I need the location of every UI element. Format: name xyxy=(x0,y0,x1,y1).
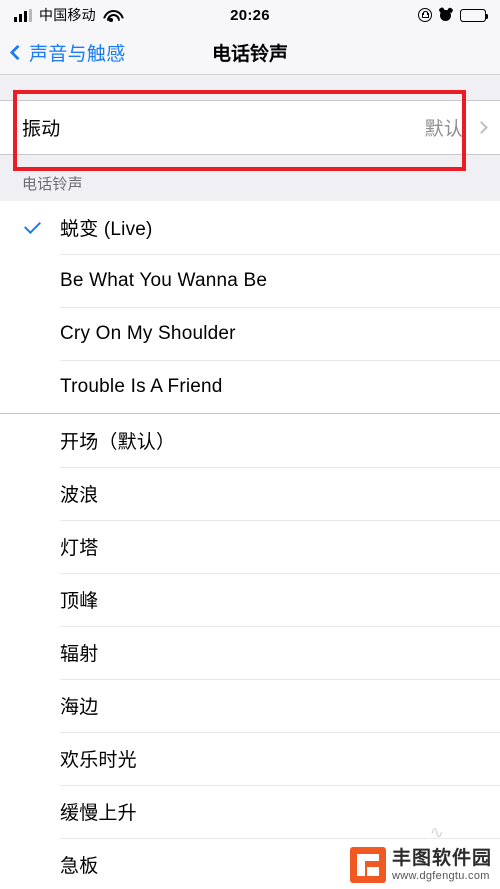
vibration-value: 默认 xyxy=(424,119,463,140)
custom-ringtone-list: 蜕变 (Live) Be What You Wanna Be Cry On My… xyxy=(0,201,500,413)
system-ringtone-list: 开场（默认） 波浪 灯塔 顶峰 辐射 海边 欢乐时光 缓慢上升 急板 xyxy=(0,414,500,889)
ringtone-row-2[interactable]: Cry On My Shoulder xyxy=(0,307,500,360)
ringtone-row-10[interactable]: 欢乐时光 xyxy=(0,732,500,785)
status-bar: 中国移动 20:26 xyxy=(0,0,500,30)
ringtone-row-3[interactable]: Trouble Is A Friend xyxy=(0,360,500,413)
ringtone-label-10: 欢乐时光 xyxy=(60,750,137,771)
vibration-group: 振动 默认 xyxy=(0,100,500,155)
ringtone-row-1[interactable]: Be What You Wanna Be xyxy=(0,254,500,307)
back-button[interactable]: 声音与触感 xyxy=(0,39,126,66)
checkmark-icon xyxy=(23,217,41,234)
ringtone-row-5[interactable]: 波浪 xyxy=(0,467,500,520)
checkmark-slot-0 xyxy=(0,217,60,234)
squiggle-decoration: ∿ xyxy=(429,823,444,842)
ringtone-label-2: Cry On My Shoulder xyxy=(60,322,236,344)
vibration-label: 振动 xyxy=(22,119,61,140)
ringtone-row-12[interactable]: 急板 xyxy=(0,838,500,889)
navigation-bar: 声音与触感 电话铃声 xyxy=(0,30,500,75)
ringtone-label-1: Be What You Wanna Be xyxy=(60,269,268,291)
ringtone-row-11[interactable]: 缓慢上升 xyxy=(0,785,500,838)
ringtone-label-5: 波浪 xyxy=(60,485,99,506)
ringtone-row-6[interactable]: 灯塔 xyxy=(0,520,500,573)
ringtone-label-9: 海边 xyxy=(60,697,99,718)
settings-content: 振动 默认 电话铃声 蜕变 (Live) Be What You Wanna B… xyxy=(0,75,500,889)
ringtone-label-8: 辐射 xyxy=(60,644,99,665)
ringtone-row-8[interactable]: 辐射 xyxy=(0,626,500,679)
ringtone-row-0[interactable]: 蜕变 (Live) xyxy=(0,201,500,254)
ringtone-label-12: 急板 xyxy=(60,856,99,877)
ringtone-label-11: 缓慢上升 xyxy=(60,803,137,824)
chevron-left-icon xyxy=(9,44,26,60)
status-bar-right xyxy=(418,7,489,22)
vibration-row[interactable]: 振动 默认 xyxy=(0,101,500,154)
ringtone-row-4[interactable]: 开场（默认） xyxy=(0,414,500,467)
back-button-label: 声音与触感 xyxy=(29,43,126,65)
ringtone-row-9[interactable]: 海边 xyxy=(0,679,500,732)
ringtone-label-7: 顶峰 xyxy=(60,591,99,612)
ringtone-label-0: 蜕变 (Live) xyxy=(60,219,153,240)
ringtone-label-3: Trouble Is A Friend xyxy=(60,375,223,397)
phone-screen: 中国移动 20:26 声音与触感 电话铃声 振动 默认 电话铃声 蜕变 (Liv… xyxy=(0,0,500,889)
rotation-lock-icon xyxy=(418,8,432,22)
ringtone-row-7[interactable]: 顶峰 xyxy=(0,573,500,626)
alarm-clock-icon xyxy=(438,7,453,22)
spacer-top xyxy=(0,75,500,100)
chevron-right-icon xyxy=(475,121,488,134)
section-header-ringtone: 电话铃声 xyxy=(0,155,500,201)
ringtone-label-6: 灯塔 xyxy=(60,538,99,559)
ringtone-label-4: 开场（默认） xyxy=(60,432,176,453)
battery-full-icon xyxy=(460,8,489,22)
